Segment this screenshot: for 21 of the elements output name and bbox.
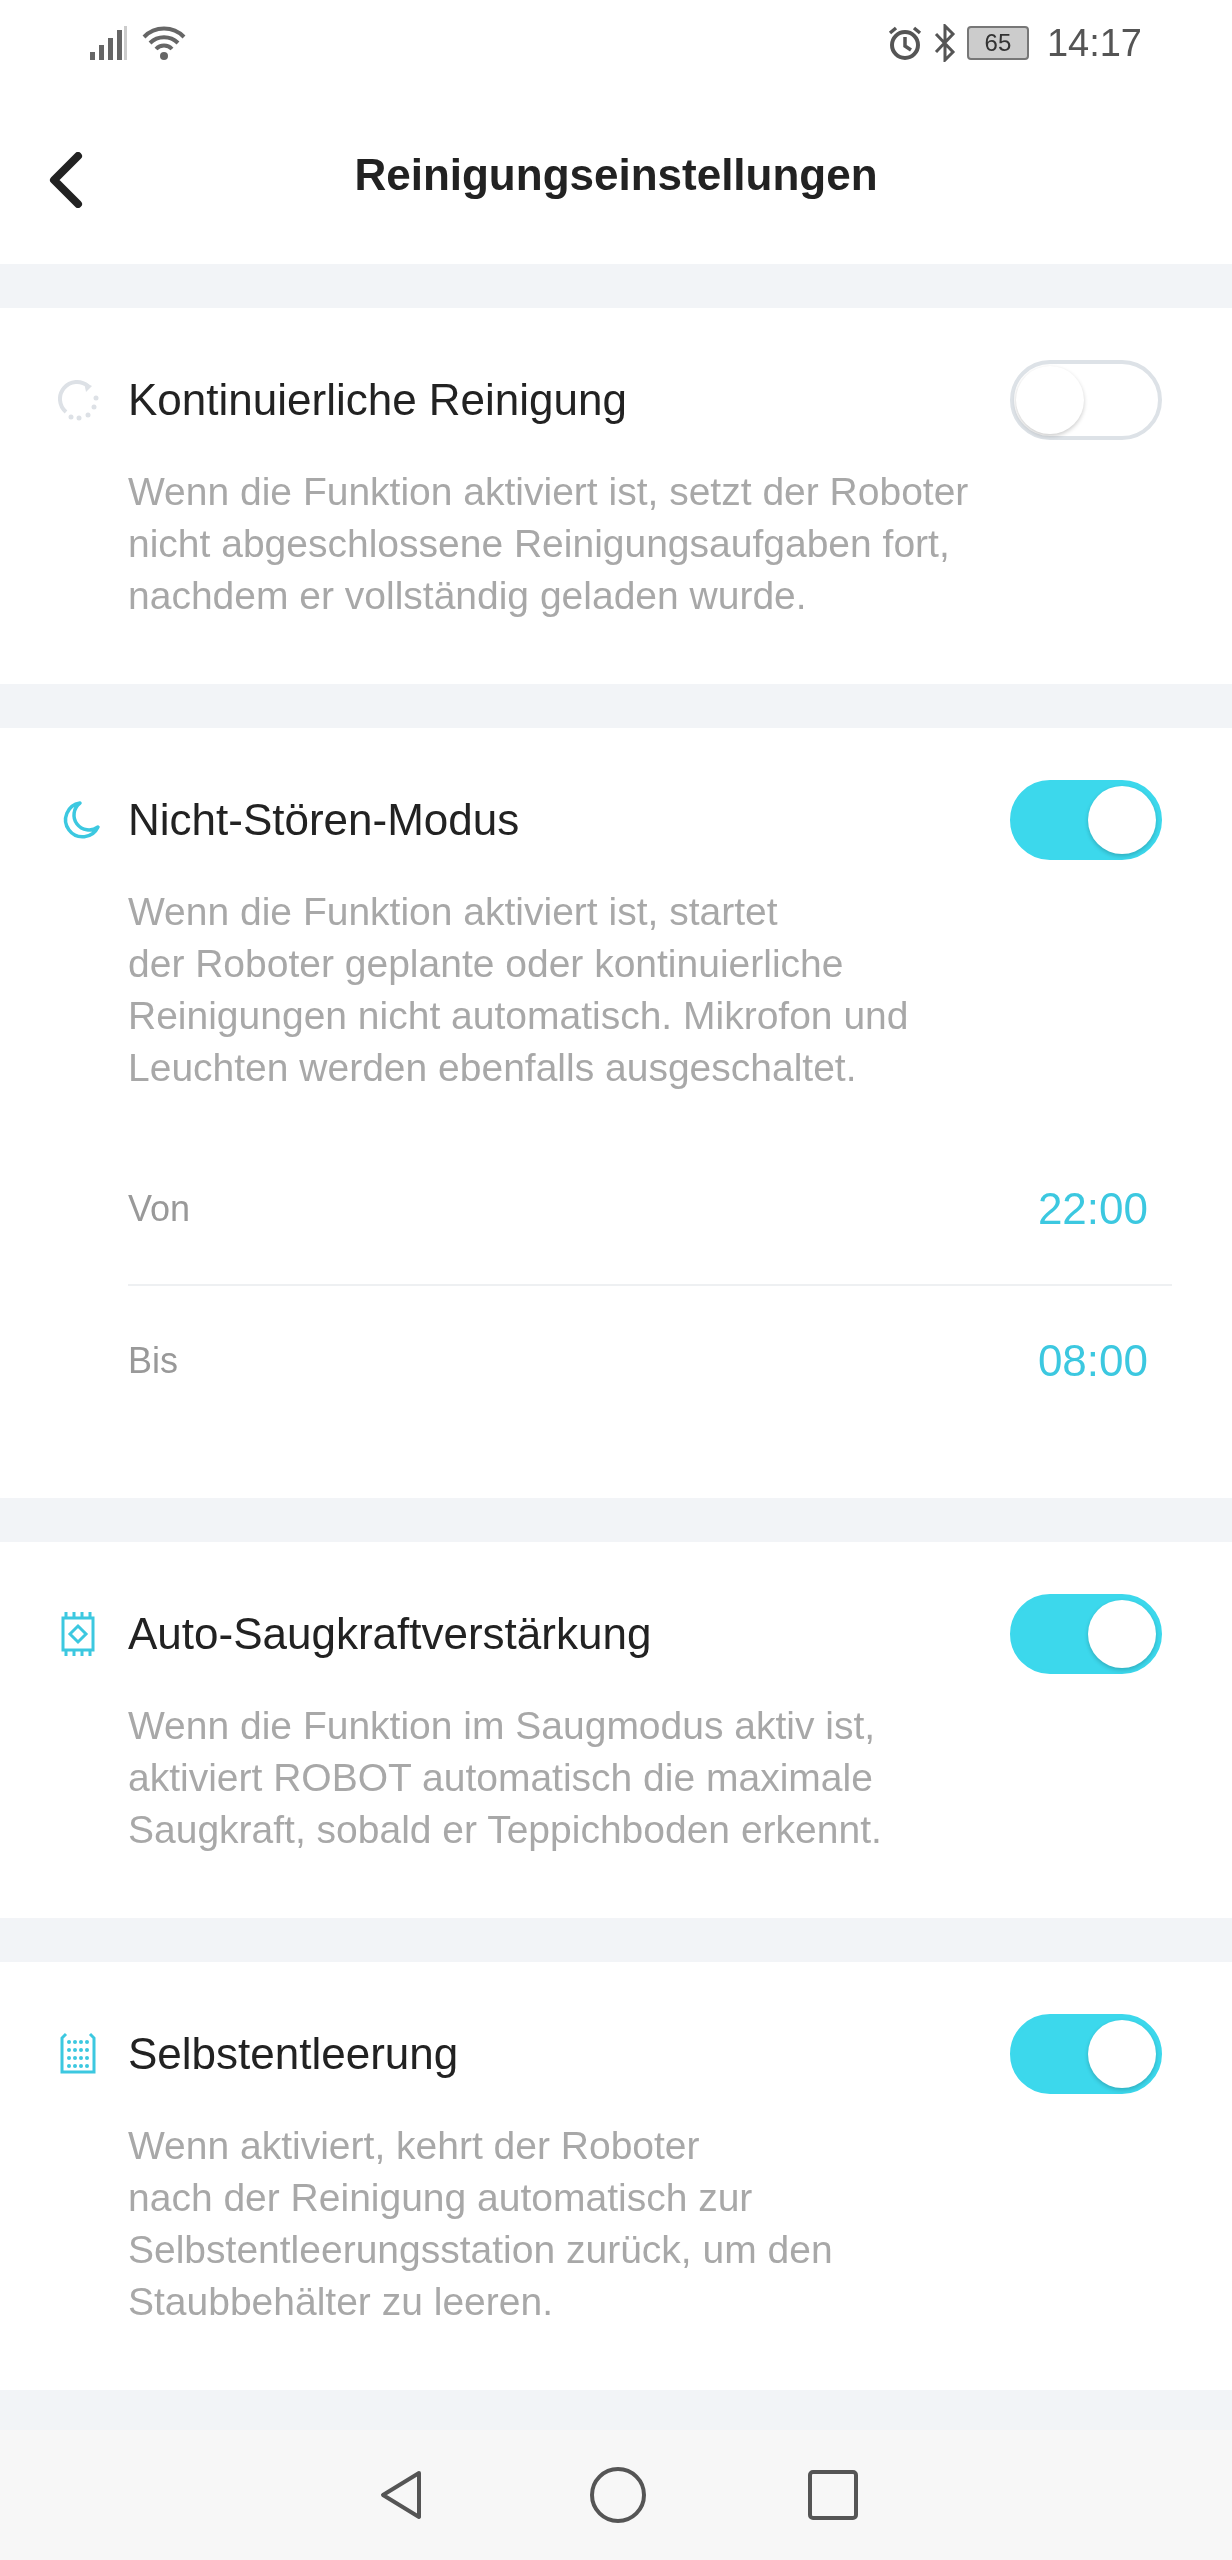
home-nav-button[interactable] xyxy=(589,2466,647,2525)
setting-description: Wenn aktiviert, kehrt der Roboter nach der Reinigung automatisch zur Selbstentleerungsstation zurück, um den Staubbehälter zu leeren. xyxy=(128,2123,834,2326)
setting-title: Nicht-Stören-Modus xyxy=(128,795,521,846)
setting-description: Wenn die Funktion im Saugmodus aktiv ist, aktiviert ROBOT automatisch die maximale Saugkraft, sobald er Teppichboden erkennt. xyxy=(128,1703,883,1854)
time-label: Von xyxy=(128,1188,191,1231)
time-value[interactable]: 22:00 xyxy=(1037,1184,1148,1235)
alarm-icon xyxy=(886,25,923,62)
setting-description: Wenn die Funktion aktiviert ist, startet der Roboter geplante oder kontinuierliche Reinigungen nicht automatisch. Mikrofon und Leuchten werden ebenfalls ausgeschaltet. xyxy=(128,889,910,1092)
clock: 14:17 xyxy=(1046,21,1142,65)
setting-title: Kontinuierliche Reinigung xyxy=(128,375,628,426)
time-label: Bis xyxy=(128,1340,178,1383)
time-value[interactable]: 08:00 xyxy=(1037,1336,1148,1387)
wifi-icon xyxy=(140,25,188,62)
setting-title: Selbstentleerung xyxy=(128,2029,460,2080)
page-title: Reinigungseinstellungen xyxy=(354,150,878,201)
signal-icon xyxy=(90,26,128,61)
battery-icon: 65 xyxy=(966,26,1029,61)
setting-description: Wenn die Funktion aktiviert ist, setzt der Roboter nicht abgeschlossene Reinigungsaufgaben fort, nachdem er vollständig geladen wurde. xyxy=(128,469,970,620)
recents-nav-button[interactable] xyxy=(807,2469,859,2522)
setting-title: Auto-Saugkraftverstärkung xyxy=(128,1609,653,1660)
bluetooth-icon xyxy=(932,24,957,63)
